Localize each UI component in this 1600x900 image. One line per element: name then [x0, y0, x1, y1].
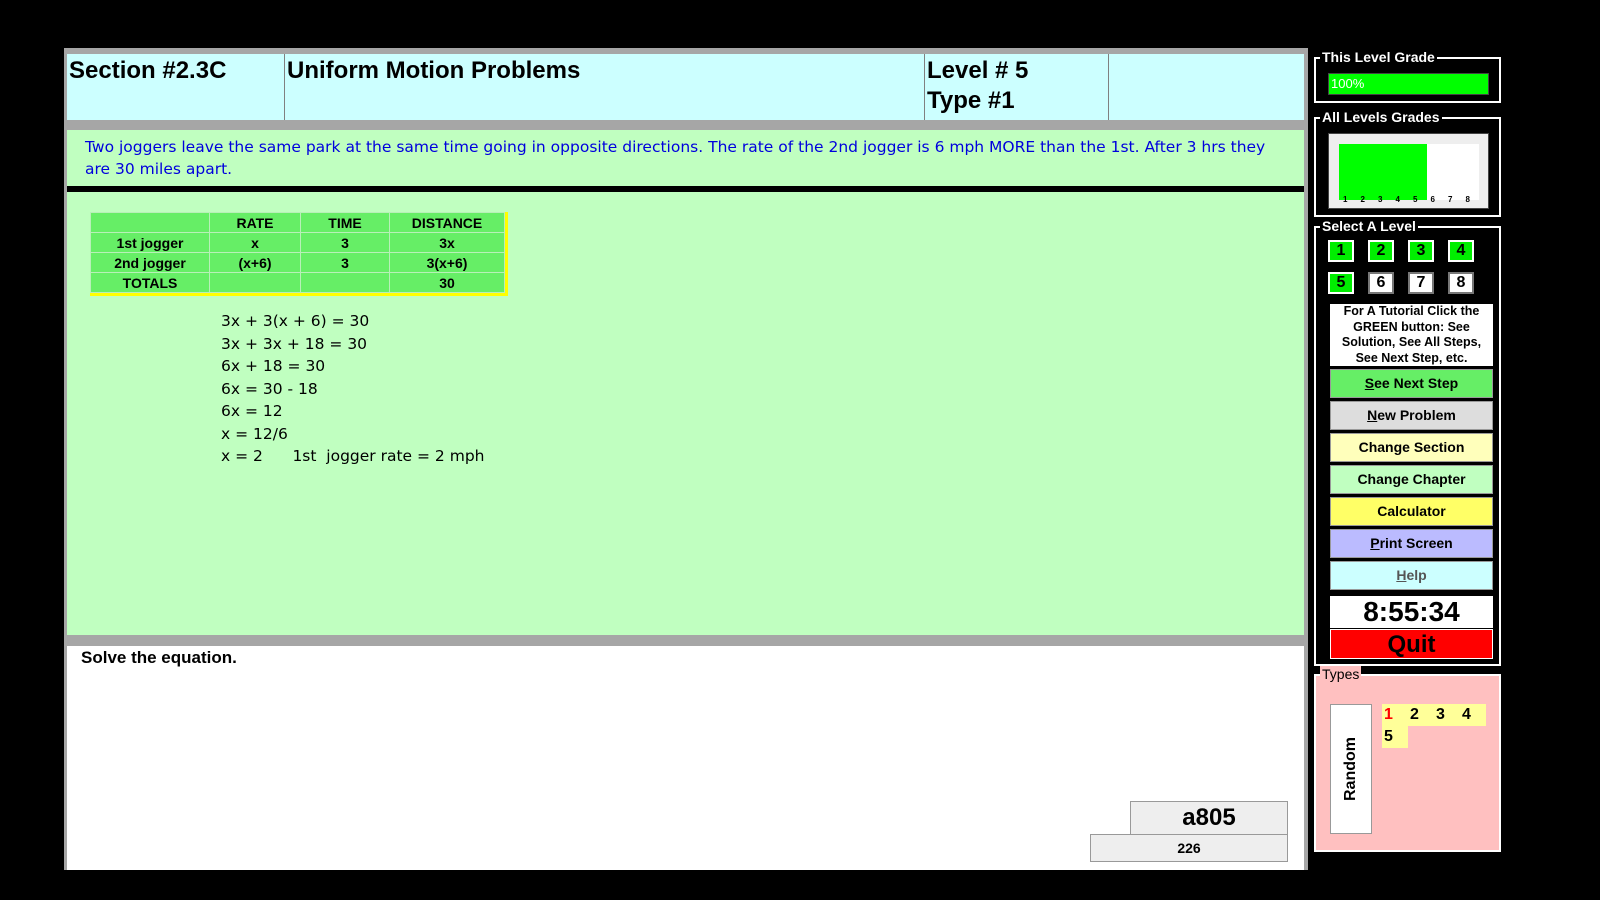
all-levels-remaining [1426, 144, 1479, 200]
level-button-4[interactable]: 4 [1448, 240, 1474, 262]
new-problem-label: ew Problem [1377, 407, 1456, 423]
motion-table: RATE TIME DISTANCE 1st jogger x 3 3x 2nd… [90, 212, 508, 296]
table-header-cell: RATE [209, 212, 301, 233]
all-levels-number: 7 [1448, 195, 1453, 204]
quit-button[interactable]: Quit [1330, 629, 1493, 659]
help-button[interactable]: Help [1330, 561, 1493, 590]
level-button-7[interactable]: 7 [1408, 272, 1434, 294]
level-button-5[interactable]: 5 [1328, 272, 1354, 294]
all-levels-number: 1 [1343, 195, 1348, 204]
table-cell [209, 272, 301, 293]
all-levels-number: 5 [1413, 195, 1418, 204]
new-problem-button[interactable]: New Problem [1330, 401, 1493, 430]
print-screen-button[interactable]: Print Screen [1330, 529, 1493, 558]
this-level-grade-bar: 100% [1328, 73, 1489, 95]
all-levels-chart: 1 2 3 4 5 6 7 8 [1328, 133, 1489, 209]
table-cell: 30 [389, 272, 505, 293]
this-level-grade-group: This Level Grade 100% [1314, 49, 1501, 103]
header-blank-cell [1109, 54, 1304, 120]
all-levels-number: 8 [1465, 195, 1470, 204]
print-screen-label: rint Screen [1379, 535, 1453, 551]
table-header-cell: TIME [300, 212, 390, 233]
all-levels-number: 2 [1360, 195, 1365, 204]
table-cell: 3(x+6) [389, 252, 505, 273]
table-header-row: RATE TIME DISTANCE [90, 212, 505, 233]
this-level-grade-label: This Level Grade [1320, 49, 1437, 65]
table-header-cell: DISTANCE [389, 212, 505, 233]
table-row: TOTALS 30 [90, 272, 505, 293]
instruction-text: Solve the equation. [81, 648, 237, 667]
table-cell: 3x [389, 232, 505, 253]
change-chapter-button[interactable]: Change Chapter [1330, 465, 1493, 494]
help-label: elp [1406, 567, 1427, 583]
all-levels-number: 3 [1378, 195, 1383, 204]
level-label: Level # 5 [927, 57, 1029, 84]
page-title: Uniform Motion Problems [285, 54, 925, 120]
table-cell [300, 272, 390, 293]
section-label: Section #2.3C [67, 54, 285, 120]
clock: 8:55:34 [1330, 596, 1493, 628]
step-line: 6x = 30 - 18 [221, 379, 318, 398]
step-line: 3x + 3x + 18 = 30 [221, 334, 368, 353]
step-line: x = 2 1st jogger rate = 2 mph [221, 447, 485, 465]
table-cell: 1st jogger [90, 232, 210, 253]
all-levels-number: 6 [1430, 195, 1435, 204]
level-button-6[interactable]: 6 [1368, 272, 1394, 294]
step-line: 6x = 12 [221, 402, 283, 420]
type-button-1[interactable]: 1 [1382, 704, 1408, 726]
all-levels-grades-label: All Levels Grades [1320, 109, 1442, 125]
step-line: x = 12/6 [221, 424, 288, 443]
number-box: 226 [1090, 834, 1288, 862]
random-label: Random [1342, 737, 1359, 801]
types-label: Types [1320, 666, 1362, 682]
table-cell: (x+6) [209, 252, 301, 273]
table-row: 2nd jogger (x+6) 3 3(x+6) [90, 252, 505, 273]
see-next-step-label: ee Next Step [1374, 375, 1459, 391]
step-line: 6x + 18 = 30 [221, 357, 326, 375]
table-row: 1st jogger x 3 3x [90, 232, 505, 253]
type-button-2[interactable]: 2 [1408, 704, 1434, 726]
level-type-cell: Level # 5 Type #1 [925, 54, 1109, 120]
table-cell: 2nd jogger [90, 252, 210, 273]
level-button-8[interactable]: 8 [1448, 272, 1474, 294]
type-button-3[interactable]: 3 [1434, 704, 1460, 726]
see-next-step-button[interactable]: See Next Step [1330, 369, 1493, 398]
problem-text: Two joggers leave the same park at the s… [67, 130, 1304, 190]
tutorial-text: For A Tutorial Click the GREEN button: S… [1330, 304, 1493, 366]
table-cell: 3 [300, 252, 390, 273]
header-bar: Section #2.3C Uniform Motion Problems Le… [67, 54, 1304, 120]
all-levels-number: 4 [1395, 195, 1400, 204]
all-levels-fill [1339, 144, 1427, 200]
calculator-button[interactable]: Calculator [1330, 497, 1493, 526]
select-level-label: Select A Level [1320, 218, 1418, 234]
change-section-button[interactable]: Change Section [1330, 433, 1493, 462]
type-label: Type #1 [927, 87, 1015, 114]
table-header-cell [90, 212, 210, 233]
type-button-5[interactable]: 5 [1382, 726, 1408, 748]
level-button-2[interactable]: 2 [1368, 240, 1394, 262]
table-cell: 3 [300, 232, 390, 253]
types-group: Types Random 1234 5 [1314, 666, 1501, 852]
level-button-1[interactable]: 1 [1328, 240, 1354, 262]
random-button[interactable]: Random [1330, 704, 1372, 834]
code-box: a805 [1130, 801, 1288, 835]
all-levels-grades-group: All Levels Grades 1 2 3 4 5 6 7 8 [1314, 109, 1501, 217]
solution-steps: 3x + 3(x + 6) = 30 3x + 3x + 18 = 30 6x … [221, 310, 485, 468]
table-cell: TOTALS [90, 272, 210, 293]
type-button-4[interactable]: 4 [1460, 704, 1486, 726]
step-line: 3x + 3(x + 6) = 30 [221, 312, 370, 330]
level-button-3[interactable]: 3 [1408, 240, 1434, 262]
select-level-group: Select A Level 1234 5678 For A Tutorial C… [1314, 218, 1501, 666]
table-cell: x [209, 232, 301, 253]
